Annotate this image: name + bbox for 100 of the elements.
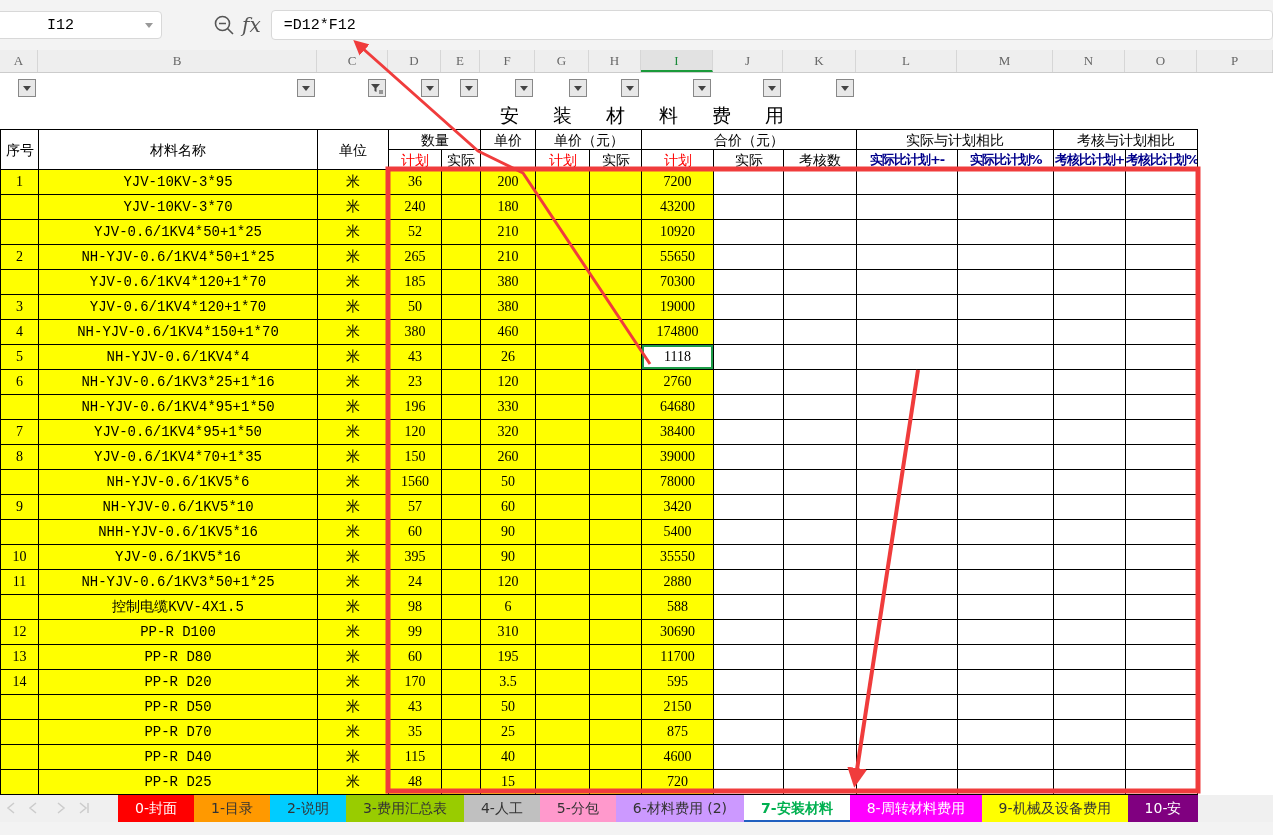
table-cell: 4 [0, 319, 39, 345]
table-cell: 控制电缆KVV-4X1.5 [38, 594, 318, 620]
table-cell: 8 [0, 444, 39, 470]
header-cell: 合价（元） [641, 129, 857, 150]
sheet-tab[interactable]: 2-说明 [269, 795, 346, 822]
table-cell: PP-R D70 [38, 719, 318, 745]
sheet-tab[interactable]: 0-封面 [118, 795, 194, 822]
table-cell: NH-YJV-0.6/1KV3*25+1*16 [38, 369, 318, 395]
filter-dropdown-icon[interactable] [297, 79, 315, 97]
table-cell: YJV-0.6/1KV4*95+1*50 [38, 419, 318, 445]
table-cell: YJV-0.6/1KV4*70+1*35 [38, 444, 318, 470]
column-header[interactable]: P [1197, 50, 1273, 72]
column-header[interactable]: C [317, 50, 388, 72]
filter-dropdown-icon[interactable] [18, 79, 36, 97]
table-cell: 7 [0, 419, 39, 445]
table-cell: 9 [0, 494, 39, 520]
table-cell: NH-YJV-0.6/1KV4*95+1*50 [38, 394, 318, 420]
column-header[interactable]: E [441, 50, 480, 72]
table-cell: PP-R D40 [38, 744, 318, 770]
sheet-tab[interactable]: 3-费用汇总表 [345, 795, 464, 822]
column-header[interactable]: J [713, 50, 783, 72]
table-cell: NH-YJV-0.6/1KV5*6 [38, 469, 318, 495]
table-cell [0, 194, 39, 220]
table-cell [0, 719, 39, 745]
header-cell: 考核与计划相比 [1053, 129, 1198, 150]
table-cell: 5 [0, 344, 39, 370]
table-cell [0, 394, 39, 420]
column-header[interactable]: D [388, 50, 441, 72]
table-cell: NH-YJV-0.6/1KV4*4 [38, 344, 318, 370]
sheet-tab[interactable]: 9-机械及设备费用 [981, 795, 1128, 822]
table-cell: 12 [0, 619, 39, 645]
column-header[interactable]: K [783, 50, 856, 72]
header-cell: 材料名称 [38, 129, 318, 170]
table-cell: YJV-0.6/1KV4*120+1*70 [38, 294, 318, 320]
filter-dropdown-icon[interactable] [621, 79, 639, 97]
column-header[interactable]: N [1053, 50, 1125, 72]
table-cell [0, 269, 39, 295]
table-cell: NHH-YJV-0.6/1KV5*16 [38, 519, 318, 545]
column-header[interactable]: L [856, 50, 957, 72]
table-cell [0, 594, 39, 620]
table-cell: NH-YJV-0.6/1KV4*50+1*25 [38, 244, 318, 270]
table-cell: 11 [0, 569, 39, 595]
function-label[interactable]: fx [242, 13, 261, 37]
column-header[interactable]: G [535, 50, 589, 72]
filter-dropdown-icon[interactable] [460, 79, 478, 97]
filter-dropdown-icon[interactable] [569, 79, 587, 97]
table-cell: 6 [0, 369, 39, 395]
name-box[interactable]: I12 [0, 11, 162, 39]
sheet-tab[interactable]: 10-安 [1127, 795, 1199, 822]
table-cell [0, 519, 39, 545]
table-cell: PP-R D100 [38, 619, 318, 645]
header-cell: 单价（元） [535, 129, 642, 150]
table-cell: YJV-0.6/1KV4*50+1*25 [38, 219, 318, 245]
table-cell: YJV-10KV-3*70 [38, 194, 318, 220]
filter-dropdown-icon[interactable] [836, 79, 854, 97]
header-cell: 考核比计划+ [1053, 149, 1126, 170]
column-header[interactable]: O [1125, 50, 1197, 72]
filter-active-icon[interactable] [368, 79, 386, 97]
table-cell: 14 [0, 669, 39, 695]
table-cell: NH-YJV-0.6/1KV5*10 [38, 494, 318, 520]
table-cell [0, 769, 39, 795]
formula-field[interactable]: =D12*F12 [270, 10, 1273, 40]
table-cell: PP-R D20 [38, 669, 318, 695]
sheet-tab[interactable]: 6-材料费用 (2) [615, 795, 745, 822]
header-cell: 数量 [388, 129, 481, 150]
column-header[interactable]: F [480, 50, 535, 72]
sheet-tab[interactable]: 5-分包 [539, 795, 616, 822]
table-cell [0, 219, 39, 245]
table-cell: 3 [0, 294, 39, 320]
header-cell: 序号 [0, 129, 39, 170]
sheet-title: 安 装 材 料 费 用 [500, 103, 799, 128]
column-header[interactable]: A [0, 50, 38, 72]
table-cell: 10 [0, 544, 39, 570]
table-cell: NH-YJV-0.6/1KV3*50+1*25 [38, 569, 318, 595]
filter-dropdown-icon[interactable] [763, 79, 781, 97]
table-cell: 2 [0, 244, 39, 270]
zoom-icon[interactable] [214, 15, 234, 35]
table-cell: PP-R D80 [38, 644, 318, 670]
table-cell [0, 744, 39, 770]
caret-icon [145, 22, 153, 28]
sheet-tab[interactable]: 4-人工 [463, 795, 540, 822]
table-cell: PP-R D50 [38, 694, 318, 720]
table-cell: YJV-0.6/1KV5*16 [38, 544, 318, 570]
header-cell: 单价 [480, 129, 536, 150]
header-cell: 实际与计划相比 [856, 129, 1054, 150]
column-header[interactable]: M [957, 50, 1053, 72]
header-cell: 单位 [317, 129, 389, 170]
table-cell: PP-R D25 [38, 769, 318, 795]
table-cell: NH-YJV-0.6/1KV4*150+1*70 [38, 319, 318, 345]
table-cell: YJV-10KV-3*95 [38, 169, 318, 195]
table-cell [0, 469, 39, 495]
table-cell: 1 [0, 169, 39, 195]
filter-dropdown-icon[interactable] [693, 79, 711, 97]
table-cell: YJV-0.6/1KV4*120+1*70 [38, 269, 318, 295]
column-header[interactable]: B [38, 50, 317, 72]
table-cell: 13 [0, 644, 39, 670]
table-cell [0, 694, 39, 720]
filter-dropdown-icon[interactable] [421, 79, 439, 97]
sheet-tab[interactable]: 1-目录 [193, 795, 270, 822]
filter-dropdown-icon[interactable] [515, 79, 533, 97]
